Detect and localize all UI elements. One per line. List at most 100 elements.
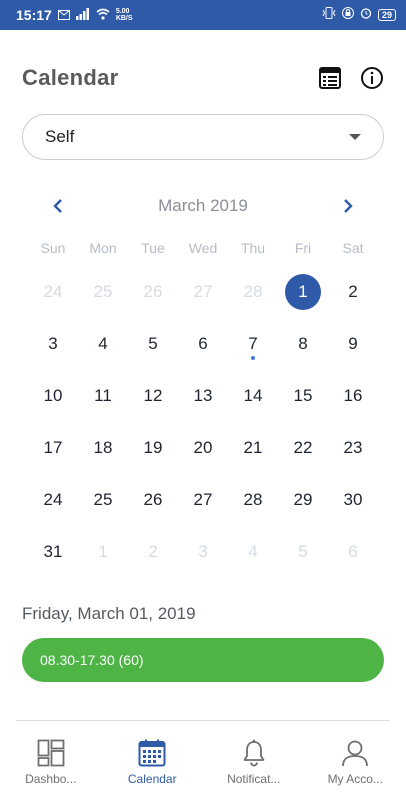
calendar-day[interactable]: 8 <box>278 318 328 370</box>
day-number: 24 <box>43 490 63 509</box>
day-number: 8 <box>298 334 308 353</box>
calendar-day[interactable]: 4 <box>228 526 278 578</box>
calendar-day[interactable]: 13 <box>178 370 228 422</box>
calendar-day[interactable]: 20 <box>178 422 228 474</box>
info-icon[interactable] <box>360 66 384 90</box>
day-number: 19 <box>143 438 163 457</box>
calendar-day[interactable]: 11 <box>78 370 128 422</box>
day-number: 28 <box>243 490 263 509</box>
calendar-day[interactable]: 30 <box>328 474 378 526</box>
calendar-day[interactable]: 28 <box>228 474 278 526</box>
event-label: 08.30-17.30 (60) <box>40 652 144 668</box>
bell-icon <box>239 738 269 768</box>
calendar-icon <box>137 738 167 768</box>
calendar-day[interactable]: 24 <box>28 266 78 318</box>
day-number: 30 <box>343 490 363 509</box>
bottom-nav-divider <box>16 720 390 721</box>
calendar-day[interactable]: 16 <box>328 370 378 422</box>
previous-month-button[interactable] <box>46 194 70 218</box>
calendar-day[interactable]: 24 <box>28 474 78 526</box>
selected-date-label: Friday, March 01, 2019 <box>22 604 196 623</box>
day-number: 3 <box>48 334 58 353</box>
month-navigation: March 2019 <box>40 190 366 222</box>
calendar-day[interactable]: 3 <box>28 318 78 370</box>
list-calendar-icon[interactable] <box>318 66 342 90</box>
calendar-day-selected[interactable]: 1 <box>278 266 328 318</box>
calendar-day[interactable]: 23 <box>328 422 378 474</box>
page-title: Calendar <box>22 65 119 90</box>
day-number: 2 <box>148 542 158 561</box>
bottom-navigation: Dashbo... Calendar Notificat... My Acco.… <box>0 730 406 794</box>
calendar-day[interactable]: 7 <box>228 318 278 370</box>
day-number: 11 <box>94 386 112 405</box>
day-number: 2 <box>348 282 358 301</box>
calendar-day[interactable]: 5 <box>278 526 328 578</box>
day-number: 12 <box>143 386 163 405</box>
calendar-day[interactable]: 26 <box>128 266 178 318</box>
vibrate-icon <box>322 6 336 24</box>
event-dot-indicator <box>251 356 255 360</box>
day-number: 18 <box>93 438 113 457</box>
dashboard-icon <box>36 738 66 768</box>
weekday-label: Sat <box>342 240 364 256</box>
calendar-day[interactable]: 1 <box>78 526 128 578</box>
day-number: 10 <box>43 386 63 405</box>
calendar-day[interactable]: 25 <box>78 266 128 318</box>
day-number: 15 <box>293 386 313 405</box>
calendar-day[interactable]: 14 <box>228 370 278 422</box>
calendar-day[interactable]: 27 <box>178 266 228 318</box>
alarm-icon <box>360 6 372 24</box>
calendar-day[interactable]: 17 <box>28 422 78 474</box>
calendar-day[interactable]: 2 <box>328 266 378 318</box>
day-number: 26 <box>143 490 163 509</box>
calendar-day[interactable]: 15 <box>278 370 328 422</box>
calendar-day[interactable]: 6 <box>328 526 378 578</box>
day-number: 22 <box>293 438 313 457</box>
day-number: 29 <box>293 490 313 509</box>
day-number: 25 <box>93 282 113 301</box>
user-select-dropdown[interactable]: Self <box>22 114 384 160</box>
calendar-day[interactable]: 29 <box>278 474 328 526</box>
calendar-day[interactable]: 10 <box>28 370 78 422</box>
calendar-day[interactable]: 28 <box>228 266 278 318</box>
network-speed: 5.00 KB/S <box>116 8 133 22</box>
calendar-day[interactable]: 12 <box>128 370 178 422</box>
day-number: 5 <box>298 542 308 561</box>
next-month-button[interactable] <box>336 194 360 218</box>
chevron-right-icon <box>344 199 353 213</box>
nav-item-my-account[interactable]: My Acco... <box>305 730 406 794</box>
calendar-day[interactable]: 3 <box>178 526 228 578</box>
calendar-day[interactable]: 6 <box>178 318 228 370</box>
day-number: 17 <box>43 438 63 457</box>
calendar-day[interactable]: 4 <box>78 318 128 370</box>
user-icon <box>340 738 370 768</box>
nav-label: Calendar <box>127 772 177 786</box>
calendar-day[interactable]: 22 <box>278 422 328 474</box>
speed-unit: KB/S <box>115 15 133 22</box>
calendar-day[interactable]: 5 <box>128 318 178 370</box>
calendar-day[interactable]: 18 <box>78 422 128 474</box>
day-number: 24 <box>43 282 63 301</box>
day-number: 13 <box>193 386 213 405</box>
calendar-day[interactable]: 26 <box>128 474 178 526</box>
nav-item-dashboard[interactable]: Dashbo... <box>0 730 102 794</box>
weekday-label: Tue <box>141 240 165 256</box>
calendar-day[interactable]: 27 <box>178 474 228 526</box>
calendar-day[interactable]: 31 <box>28 526 78 578</box>
nav-item-notifications[interactable]: Notificat... <box>203 730 305 794</box>
notification-mail-icon <box>57 7 70 23</box>
status-time: 15:17 <box>16 7 52 23</box>
calendar-day[interactable]: 9 <box>328 318 378 370</box>
weekday-label: Sun <box>40 240 66 256</box>
day-number: 1 <box>285 274 321 310</box>
speed-value: 5.00 <box>115 8 130 15</box>
calendar-day[interactable]: 19 <box>128 422 178 474</box>
nav-item-calendar[interactable]: Calendar <box>102 730 204 794</box>
day-number: 28 <box>243 282 263 301</box>
calendar-day[interactable]: 25 <box>78 474 128 526</box>
calendar-day[interactable]: 2 <box>128 526 178 578</box>
day-number: 4 <box>98 334 108 353</box>
event-item[interactable]: 08.30-17.30 (60) <box>22 638 384 682</box>
calendar-days-grid: 24 25 26 27 28 1 2 3 4 5 6 7 8 9 10 11 12 13 14 15 16 17 18 19 2… <box>28 266 378 578</box>
calendar-day[interactable]: 21 <box>228 422 278 474</box>
